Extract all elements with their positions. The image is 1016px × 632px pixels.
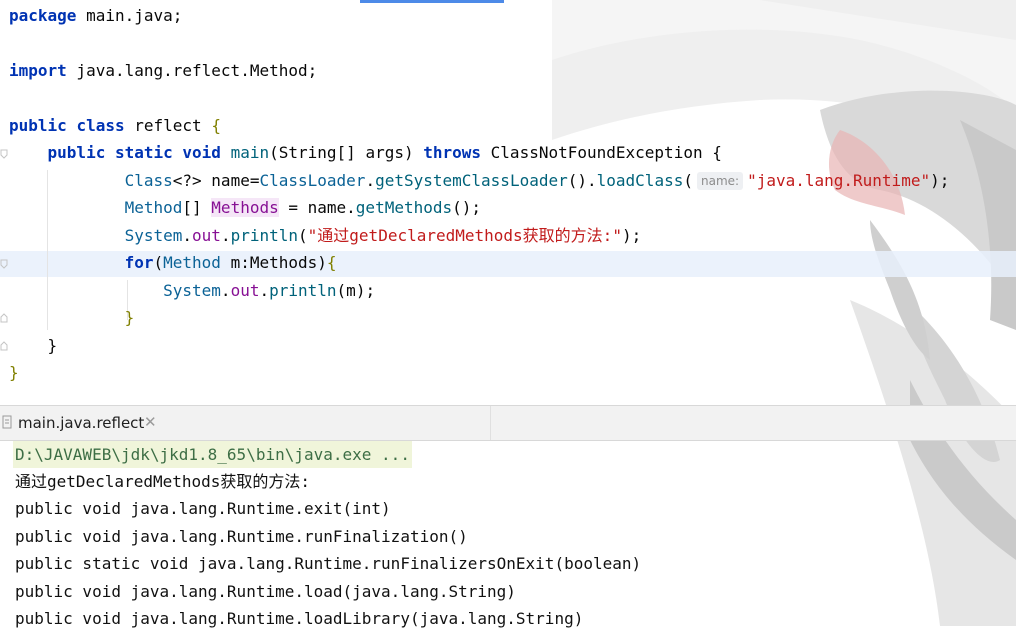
close-icon[interactable]: ✕ (144, 413, 157, 431)
code-line[interactable]: Method[] Methods = name.getMethods(); (9, 195, 481, 221)
code-token: loadClass (596, 171, 684, 190)
code-line[interactable]: } (9, 305, 135, 331)
code-token: Methods (211, 198, 279, 217)
code-token: . (365, 171, 376, 190)
code-token: = name. (278, 198, 356, 217)
code-token: import (9, 61, 67, 80)
code-token: getMethods (355, 198, 453, 217)
code-token: (); (452, 198, 482, 217)
code-line[interactable]: } (9, 360, 19, 386)
code-token: System (163, 281, 221, 300)
code-token: for (124, 253, 154, 272)
code-token: (m); (336, 281, 376, 300)
code-line[interactable]: public static void main(String[] args) t… (9, 140, 722, 166)
code-token: public (9, 116, 67, 135)
code-token: out (230, 281, 260, 300)
code-token: java.lang.reflect.Method; (66, 61, 318, 80)
code-token: println (269, 281, 337, 300)
run-config-icon (2, 415, 12, 429)
console-line: public static void java.lang.Runtime.run… (15, 554, 642, 573)
code-line[interactable]: for(Method m:Methods){ (9, 250, 337, 276)
code-token: public (47, 143, 106, 162)
run-tool-window-header: main.java.reflect ✕ (0, 405, 1016, 441)
code-token: <?> name= (172, 171, 260, 190)
code-token: getSystemClassLoader (375, 171, 568, 190)
code-line[interactable]: import java.lang.reflect.Method; (9, 58, 317, 84)
code-token: "java.lang.Runtime" (747, 171, 931, 190)
fold-icon[interactable] (0, 149, 8, 159)
code-line[interactable]: package main.java; (9, 3, 182, 29)
code-editor[interactable]: package main.java; import java.lang.refle… (0, 0, 1016, 405)
code-token: main.java; (76, 6, 183, 25)
console-line: 通过getDeclaredMethods获取的方法: (15, 472, 311, 491)
code-token: } (124, 308, 135, 327)
code-token: void (182, 143, 221, 162)
run-tab-label[interactable]: main.java.reflect (18, 414, 144, 432)
code-token: System (124, 226, 183, 245)
console-line: public void java.lang.Runtime.exit(int) (15, 499, 391, 518)
code-token: . (182, 226, 193, 245)
run-console-output[interactable]: D:\JAVAWEB\jdk\jkd1.8_65\bin\java.exe ..… (0, 440, 1016, 628)
console-line: public void java.lang.Runtime.loadLibrar… (15, 609, 584, 628)
code-token: package (9, 6, 77, 25)
fold-icon[interactable] (0, 259, 8, 269)
code-line[interactable]: public class reflect { (9, 113, 221, 139)
code-token: } (9, 336, 58, 355)
code-token: ClassLoader (259, 171, 366, 190)
code-token: Class (124, 171, 173, 190)
fold-icon[interactable] (0, 341, 8, 351)
code-token: ( (153, 253, 164, 272)
code-line[interactable]: } (9, 333, 58, 359)
console-command-line[interactable]: D:\JAVAWEB\jdk\jkd1.8_65\bin\java.exe ..… (13, 441, 412, 468)
code-token: class (76, 116, 125, 135)
code-token: Method (124, 198, 183, 217)
code-token: ); (930, 171, 950, 190)
code-token: Method (163, 253, 221, 272)
code-token: [] (182, 198, 212, 217)
code-token: . (220, 226, 231, 245)
toolbar-divider (490, 406, 491, 440)
code-token: { (326, 253, 337, 272)
code-token: ( (683, 171, 693, 190)
code-line[interactable]: System.out.println(m); (9, 278, 375, 304)
code-token: ClassNotFoundException { (481, 143, 722, 162)
code-token: (String[] args) (269, 143, 424, 162)
parameter-hint: name: (696, 172, 744, 190)
code-token: } (9, 363, 19, 382)
code-token: . (220, 281, 231, 300)
code-line[interactable]: Class<?> name=ClassLoader.getSystemClass… (9, 168, 949, 194)
code-token: println (230, 226, 299, 245)
code-token: throws (423, 143, 482, 162)
fold-icon[interactable] (0, 313, 8, 323)
active-tab-indicator (360, 0, 504, 3)
code-token: reflect (124, 116, 212, 135)
code-token: main (230, 143, 270, 162)
console-line: public void java.lang.Runtime.load(java.… (15, 582, 516, 601)
code-token: m:Methods) (220, 253, 327, 272)
code-token: static (114, 143, 173, 162)
code-token: ( (298, 226, 308, 245)
code-token: ); (621, 226, 642, 245)
code-token: . (259, 281, 270, 300)
console-line: public void java.lang.Runtime.runFinaliz… (15, 527, 468, 546)
code-token: (). (567, 171, 597, 190)
code-token: out (192, 226, 221, 245)
code-line[interactable]: System.out.println("通过getDeclaredMethods… (9, 223, 642, 249)
code-token: "通过getDeclaredMethods获取的方法:" (307, 226, 622, 245)
code-token: { (211, 116, 221, 135)
